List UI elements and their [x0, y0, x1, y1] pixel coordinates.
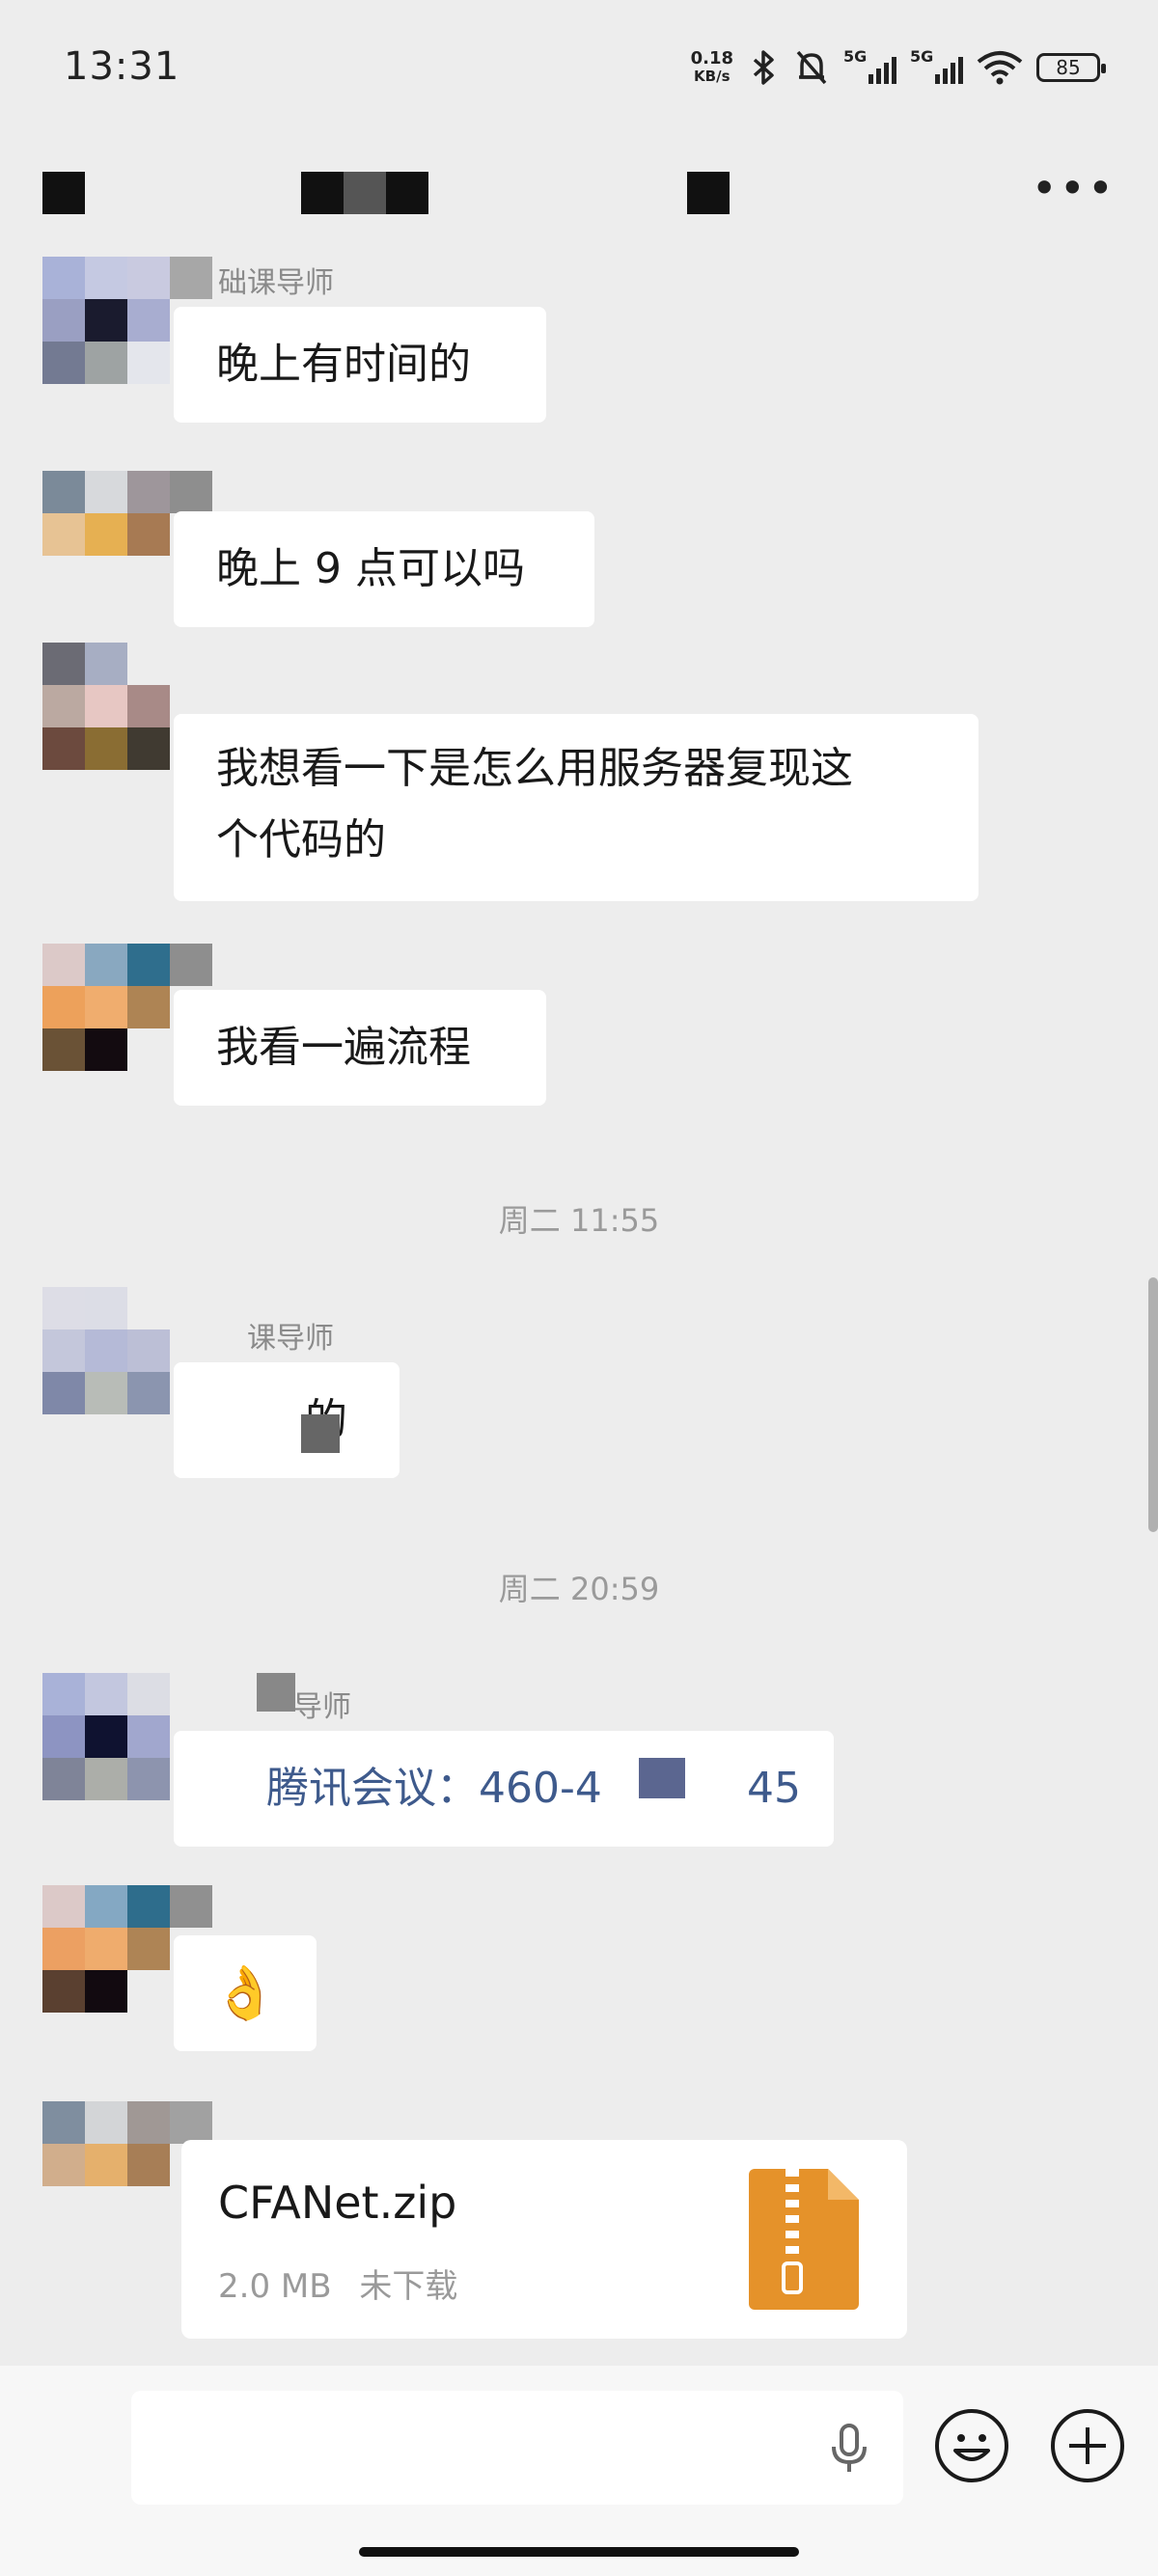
message-timestamp: 周二 20:59: [498, 1571, 660, 1607]
home-indicator[interactable]: [359, 2547, 799, 2557]
scrollbar[interactable]: [1148, 1277, 1158, 1532]
message-bubble[interactable]: 晚上 9 点可以吗: [174, 511, 594, 627]
smiley-icon[interactable]: [934, 2408, 1009, 2483]
message-bubble[interactable]: 我想看一下是怎么用服务器复现这 个代码的: [174, 714, 979, 901]
message-bubble[interactable]: 我看一遍流程: [174, 990, 546, 1106]
battery-icon: 85: [1036, 53, 1106, 82]
zipper-pull: [782, 2261, 803, 2294]
network-type-1: 5G: [843, 47, 868, 66]
status-icons: 0.18 KB/s 5G 5G 85: [690, 44, 1106, 91]
redaction-block: [301, 1414, 340, 1453]
zip-file-corner: [828, 2169, 859, 2200]
signal-icon-2: 5G: [910, 47, 963, 84]
message-timestamp: 周二 11:55: [498, 1202, 660, 1239]
plus-icon[interactable]: [1050, 2408, 1125, 2483]
redacted-title-block: [42, 172, 85, 214]
message-input[interactable]: [131, 2391, 903, 2505]
meeting-link-text[interactable]: 45: [747, 1749, 801, 1828]
ok-hand-emoji: 👌: [212, 1962, 278, 2023]
message-text-line: 个代码的: [216, 815, 386, 864]
sender-name: 导师: [293, 1690, 351, 1724]
battery-level: 85: [1056, 56, 1081, 79]
zipper-teeth: [786, 2169, 799, 2260]
file-meta: 2.0 MB 未下载: [218, 2260, 457, 2307]
meeting-link-text[interactable]: 腾讯会议：460-4: [266, 1749, 602, 1828]
mute-bell-icon: [796, 50, 827, 85]
status-bar: 13:31 0.18 KB/s 5G 5G 85: [0, 0, 1158, 135]
message-text: 我看一遍流程: [216, 1023, 471, 1072]
bluetooth-icon: [753, 50, 774, 85]
sender-name: 课导师: [247, 1322, 334, 1356]
message-text-line: 我想看一下是怎么用服务器复现这: [216, 744, 853, 793]
redaction-block: [639, 1758, 685, 1798]
redacted-title-block: [386, 172, 428, 214]
file-download-status: 未下载: [359, 2267, 458, 2306]
redacted-title-block: [687, 172, 730, 214]
file-name: CFANet.zip: [218, 2177, 457, 2229]
redaction-block: [257, 1673, 295, 1712]
message-bubble[interactable]: 的: [174, 1362, 400, 1478]
network-speed-unit: KB/s: [694, 68, 731, 85]
redacted-title-block: [344, 172, 386, 214]
microphone-icon[interactable]: [822, 2420, 876, 2478]
sender-name: 础课导师: [218, 266, 334, 300]
message-bubble[interactable]: 腾讯会议：460-4 45: [174, 1731, 834, 1847]
message-bubble[interactable]: 👌: [174, 1935, 317, 2051]
file-message-card[interactable]: CFANet.zip 2.0 MB 未下载: [181, 2140, 907, 2339]
redacted-title-block: [301, 172, 344, 214]
wifi-icon: [977, 51, 1023, 85]
file-size: 2.0 MB: [218, 2267, 332, 2306]
signal-icon-1: 5G: [843, 47, 896, 84]
message-bubble[interactable]: 晚上有时间的: [174, 307, 546, 423]
more-options-icon[interactable]: •••: [1032, 162, 1116, 214]
network-speed: 0.18 KB/s: [690, 48, 733, 86]
input-bar: [0, 2366, 1158, 2576]
network-type-2: 5G: [910, 47, 934, 66]
chat-title-bar: •••: [0, 135, 1158, 251]
network-speed-value: 0.18: [690, 48, 733, 69]
status-time: 13:31: [64, 44, 180, 89]
message-text: 晚上有时间的: [216, 340, 471, 389]
message-text: 晚上 9 点可以吗: [216, 544, 525, 593]
